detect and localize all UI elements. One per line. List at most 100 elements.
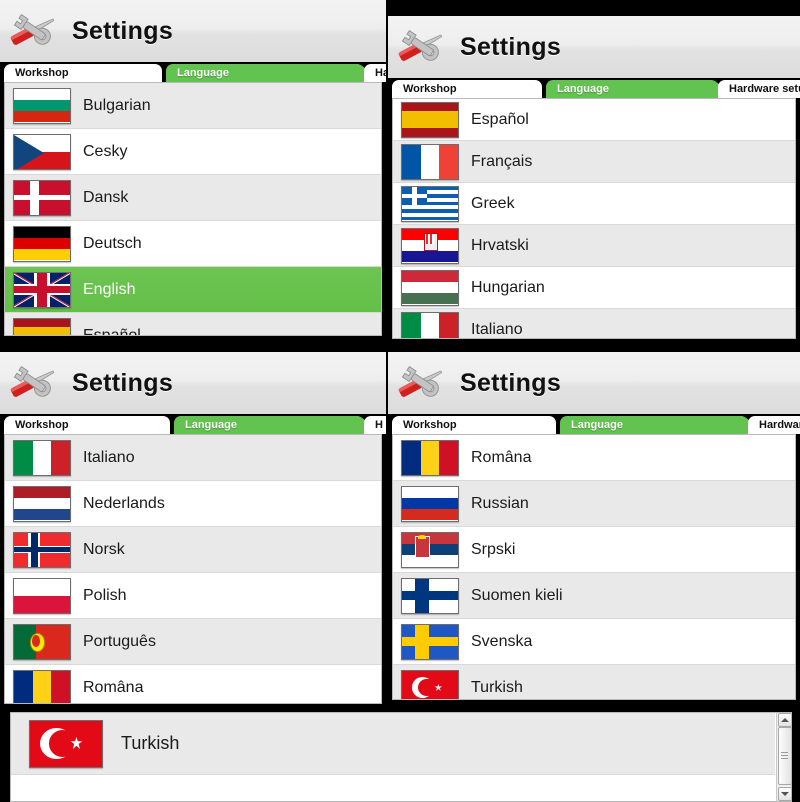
- language-list[interactable]: Bulgarian Cesky Dansk Deutsch English Es…: [4, 82, 382, 336]
- tab-hardware-setup[interactable]: Har: [364, 64, 386, 82]
- list-item[interactable]: Italiano: [393, 309, 795, 338]
- list-item[interactable]: Româna: [393, 435, 795, 481]
- list-item-label: Dansk: [83, 188, 129, 206]
- list-item-label: Greek: [471, 194, 515, 212]
- fi-flag: [401, 577, 459, 614]
- list-item-label: Español: [83, 326, 141, 336]
- list-item[interactable]: Norsk: [5, 527, 381, 573]
- list-item[interactable]: Deutsch: [5, 221, 381, 267]
- it-flag: [13, 439, 71, 476]
- list-item[interactable]: Turkish: [393, 665, 795, 699]
- se-flag: [401, 623, 459, 660]
- ro-flag: [401, 439, 459, 476]
- tabbar: Workshop Language Hardware setup: [388, 78, 800, 98]
- tab-hardware-setup-label: Hardware: [759, 419, 800, 431]
- scrollbar-thumb[interactable]: [778, 727, 791, 785]
- tab-workshop-label: Workshop: [15, 67, 69, 79]
- tab-workshop-label: Workshop: [15, 419, 69, 431]
- tabbar: Workshop Language H: [0, 414, 386, 434]
- wrench-screwdriver-icon: [4, 358, 62, 408]
- de-flag: [13, 225, 71, 262]
- list-item[interactable]: Español: [5, 313, 381, 336]
- list-item-label: Norsk: [83, 540, 125, 558]
- page-title: Settings: [460, 368, 562, 397]
- tab-language[interactable]: Language: [174, 416, 364, 434]
- pt-flag: [13, 623, 71, 660]
- es-flag: [13, 317, 71, 335]
- list-item[interactable]: Svenska: [393, 619, 795, 665]
- list-item[interactable]: Français: [393, 141, 795, 183]
- tab-workshop[interactable]: Workshop: [392, 416, 556, 434]
- tab-hardware-setup[interactable]: Hardware setup: [718, 80, 800, 98]
- list-item[interactable]: Suomen kieli: [393, 573, 795, 619]
- settings-window-bottom-strip[interactable]: Turkish: [10, 712, 792, 802]
- language-list[interactable]: Español Français Greek Hrvatski Hungaria…: [392, 98, 796, 339]
- list-item-selected[interactable]: English: [5, 267, 381, 313]
- tr-flag: [29, 719, 103, 768]
- settings-window-top-right[interactable]: Settings Workshop Language Hardware setu…: [388, 16, 800, 343]
- tr-flag: [401, 669, 459, 699]
- tab-workshop-label: Workshop: [403, 83, 457, 95]
- settings-window-bottom-left[interactable]: Settings Workshop Language H Italiano Ne…: [0, 352, 386, 708]
- gb-flag: [13, 271, 71, 308]
- language-list[interactable]: Italiano Nederlands Norsk Polish Portugu…: [4, 434, 382, 704]
- cz-flag: [13, 133, 71, 170]
- bg-flag: [13, 87, 71, 124]
- list-item[interactable]: Româna: [5, 665, 381, 703]
- list-item[interactable]: Dansk: [5, 175, 381, 221]
- list-item[interactable]: Hrvatski: [393, 225, 795, 267]
- vertical-scrollbar[interactable]: [776, 713, 791, 801]
- language-list[interactable]: Româna Russian Srpski Suomen kieli Svens…: [392, 434, 796, 700]
- tabbar: Workshop Language Hardware: [388, 414, 800, 434]
- list-item[interactable]: Srpski: [393, 527, 795, 573]
- list-item-label: Srpski: [471, 540, 516, 558]
- tab-workshop[interactable]: Workshop: [392, 80, 542, 98]
- gr-flag: [401, 185, 459, 222]
- window-titlebar: Settings: [388, 16, 800, 78]
- list-item[interactable]: Turkish: [11, 713, 775, 775]
- tab-hardware-setup[interactable]: Hardware: [748, 416, 800, 434]
- no-flag: [13, 531, 71, 568]
- hr-flag: [401, 227, 459, 264]
- tab-language-label: Language: [557, 83, 609, 95]
- ro-flag: [13, 669, 71, 703]
- tab-hardware-setup-label: H: [375, 419, 383, 431]
- nl-flag: [13, 485, 71, 522]
- list-item[interactable]: Russian: [393, 481, 795, 527]
- settings-window-bottom-right[interactable]: Settings Workshop Language Hardware Rom: [388, 352, 800, 704]
- list-item[interactable]: Greek: [393, 183, 795, 225]
- list-item[interactable]: Português: [5, 619, 381, 665]
- list-item-label: Româna: [471, 448, 532, 466]
- tab-language[interactable]: Language: [166, 64, 364, 82]
- list-item-label: Español: [471, 110, 529, 128]
- tab-workshop[interactable]: Workshop: [4, 416, 170, 434]
- list-item-label: Hungarian: [471, 278, 545, 296]
- fr-flag: [401, 143, 459, 180]
- it-flag: [401, 311, 459, 338]
- list-item-label: Româna: [83, 678, 144, 696]
- list-item[interactable]: Español: [393, 99, 795, 141]
- wrench-screwdriver-icon: [392, 22, 450, 72]
- tab-workshop[interactable]: Workshop: [4, 64, 162, 82]
- ru-flag: [401, 485, 459, 522]
- tab-language-label: Language: [177, 67, 229, 79]
- tab-language[interactable]: Language: [560, 416, 748, 434]
- list-item-label: Deutsch: [83, 234, 142, 252]
- list-item-label: Svenska: [471, 632, 533, 650]
- list-item[interactable]: Hungarian: [393, 267, 795, 309]
- list-item[interactable]: Polish: [5, 573, 381, 619]
- list-item[interactable]: Nederlands: [5, 481, 381, 527]
- tab-language[interactable]: Language: [546, 80, 718, 98]
- settings-window-top-left[interactable]: Settings Workshop Language Har Bulgaria: [0, 0, 386, 340]
- list-item-label: Italiano: [83, 448, 135, 466]
- scroll-up-arrow[interactable]: [778, 713, 791, 727]
- scroll-down-arrow[interactable]: [778, 787, 791, 801]
- tab-hardware-setup[interactable]: H: [364, 416, 386, 434]
- list-item[interactable]: Bulgarian: [5, 83, 381, 129]
- screenshot-collage: Settings Workshop Language Har Bulgaria: [0, 0, 800, 802]
- window-titlebar: Settings: [0, 352, 386, 414]
- list-item-label: Italiano: [471, 320, 523, 338]
- list-item[interactable]: Italiano: [5, 435, 381, 481]
- list-item-label: English: [83, 280, 136, 298]
- list-item[interactable]: Cesky: [5, 129, 381, 175]
